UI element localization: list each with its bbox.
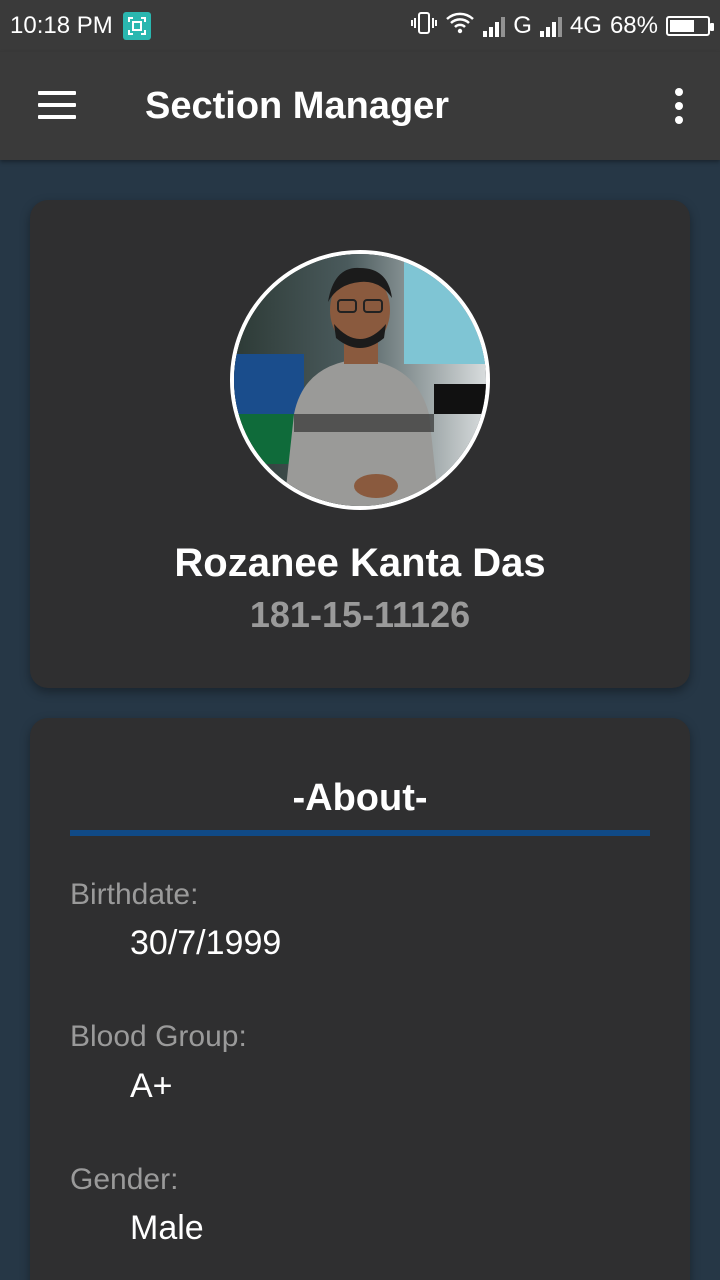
birthdate-value: 30/7/1999: [130, 924, 282, 962]
signal-icon-2: [539, 15, 562, 37]
status-time: 10:18 PM: [10, 12, 113, 39]
app-bar: Section Manager: [0, 52, 720, 160]
profile-student-id: 181-15-11126: [249, 594, 471, 635]
signal-icon: [483, 15, 506, 37]
status-left: 10:18 PM: [10, 12, 151, 40]
battery-icon: [666, 16, 714, 36]
more-vert-icon[interactable]: [664, 82, 694, 130]
blood-group-label: Blood Group:: [70, 1020, 247, 1053]
status-right: G 4G 68%: [411, 11, 714, 42]
screen-capture-icon: [122, 12, 151, 40]
about-card: -About- Birthdate: 30/7/1999 Blood Group…: [30, 718, 690, 1280]
profile-card: Rozanee Kanta Das 181-15-11126: [30, 200, 690, 688]
network-type-2: 4G: [569, 12, 602, 39]
birthdate-label: Birthdate:: [70, 878, 199, 911]
status-bar: 10:18 PM G 4G 68%: [0, 0, 720, 52]
hamburger-menu-icon[interactable]: [30, 82, 82, 128]
battery-level: [670, 20, 695, 32]
network-type-1: G: [513, 12, 532, 39]
battery-percent: 68%: [609, 12, 658, 39]
avatar: [230, 250, 490, 510]
about-divider: [70, 830, 650, 836]
vibrate-icon: [411, 11, 438, 42]
gender-value: Male: [130, 1209, 204, 1247]
profile-name: Rozanee Kanta Das: [174, 541, 546, 585]
wifi-icon: [445, 11, 475, 42]
blood-group-value: A+: [130, 1067, 173, 1105]
about-title: -About-: [292, 777, 428, 819]
gender-label: Gender:: [70, 1163, 179, 1196]
app-title: Section Manager: [145, 85, 450, 127]
